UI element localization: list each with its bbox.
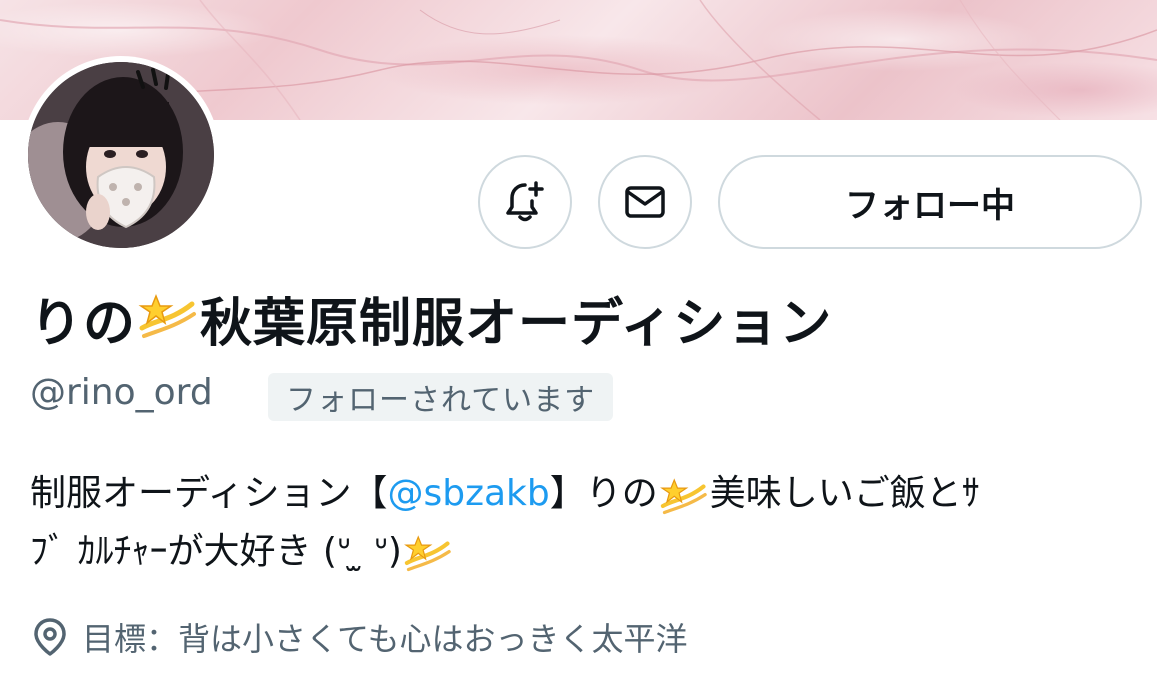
location-text: 目標：背は小さくても心はおっきく太平洋 <box>82 620 688 658</box>
bio-text-2: 】りの <box>549 473 658 514</box>
dizzy-star-emoji <box>658 467 710 524</box>
display-name-suffix: 秋葉原制服オーディション <box>200 293 833 354</box>
follows-you-badge: フォローされています <box>268 373 614 421</box>
dizzy-star-emoji <box>136 280 200 357</box>
display-name-prefix: りの <box>30 293 137 354</box>
following-button[interactable]: フォロー中 <box>718 155 1142 249</box>
bio-mention-link[interactable]: @sbzakb <box>387 473 549 514</box>
profile-location: 目標：背は小さくても心はおっきく太平洋 <box>32 612 687 662</box>
map-pin-icon <box>32 617 68 657</box>
bio-text-3: 美味しいご飯とｻ <box>709 473 980 514</box>
envelope-icon <box>625 186 665 218</box>
avatar[interactable] <box>22 56 220 254</box>
avatar-image <box>28 62 214 248</box>
user-handle: @rino_ord <box>30 372 213 413</box>
notify-button[interactable] <box>478 155 572 249</box>
display-name: りの 秋葉原制服オーディション <box>30 278 832 358</box>
bio-text-1: 制服オーディション【 <box>30 473 388 514</box>
dizzy-star-emoji <box>402 524 454 581</box>
message-button[interactable] <box>598 155 692 249</box>
bio-text-4: ﾌﾞ ｶﾙﾁｬｰが大好き (ᐡ ̫ ᐡ) <box>30 530 402 572</box>
bell-plus-icon <box>506 181 544 222</box>
profile-bio: 制服オーディション【@sbzakb】りの 美味しいご飯とｻ ﾌﾞ ｶﾙﾁｬｰが大好… <box>30 466 1140 581</box>
